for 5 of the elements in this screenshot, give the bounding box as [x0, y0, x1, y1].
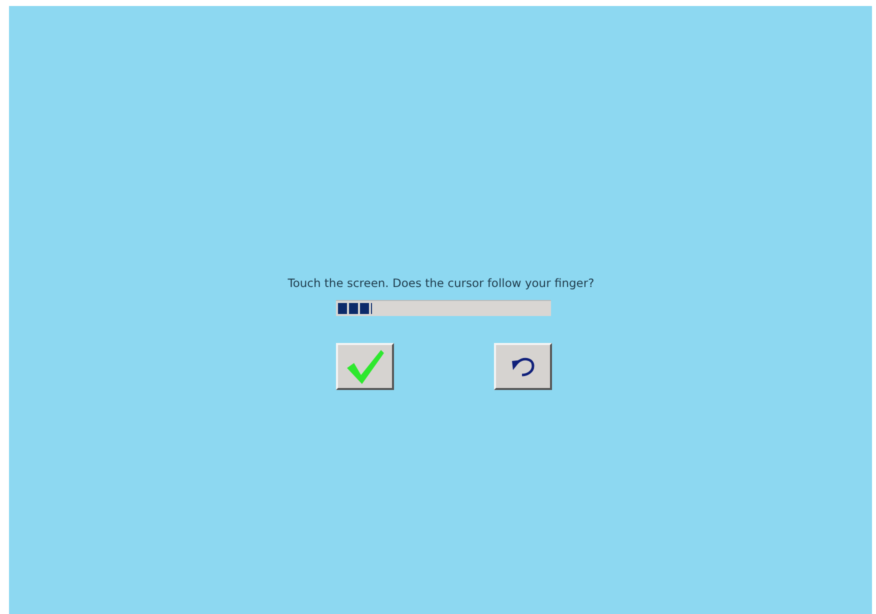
undo-icon — [510, 356, 536, 378]
retry-button[interactable] — [494, 343, 552, 390]
checkmark-icon — [344, 348, 384, 386]
confirm-button[interactable] — [336, 343, 394, 390]
prompt-text: Touch the screen. Does the cursor follow your finger? — [288, 276, 594, 290]
